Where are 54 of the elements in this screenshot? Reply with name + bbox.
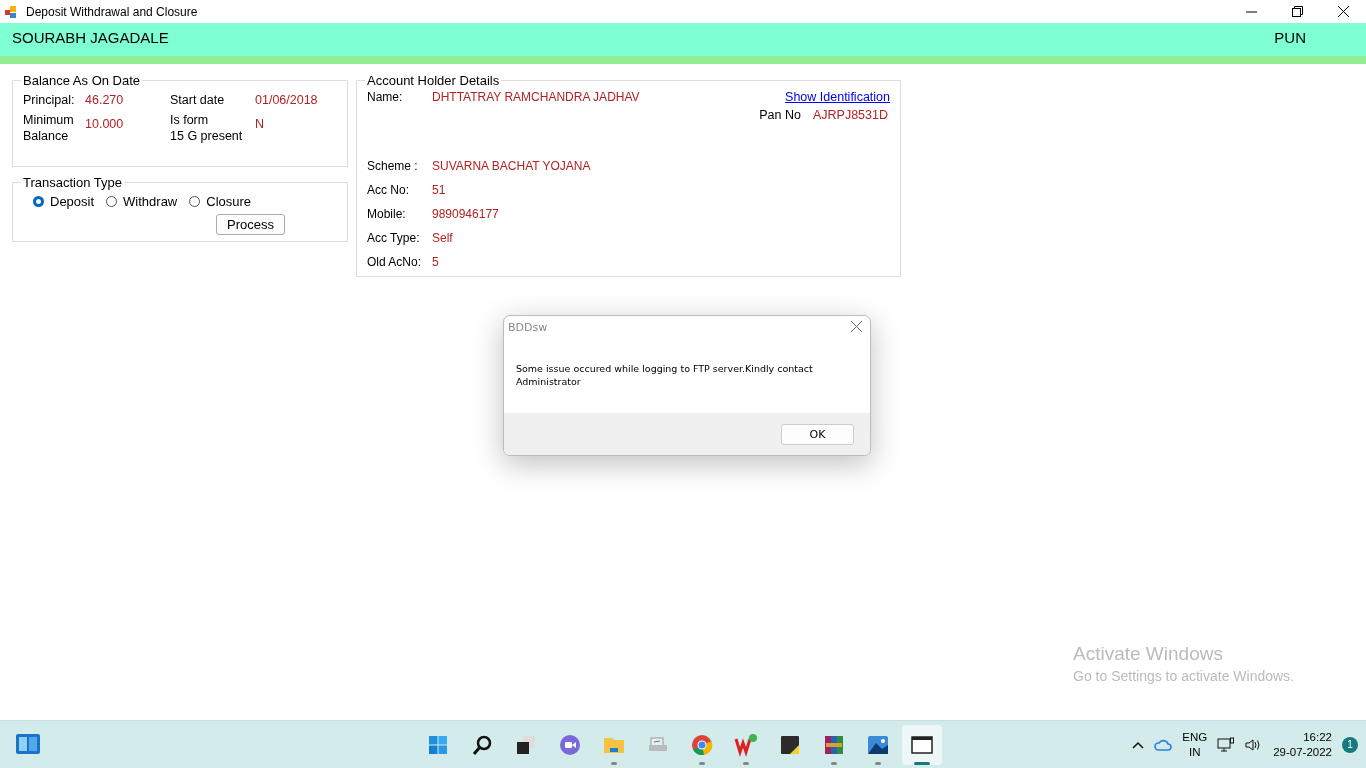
language-indicator[interactable]: ENG IN [1182,729,1208,760]
browser-icon [690,732,714,757]
field-value: N [255,116,266,132]
field-value: 01/06/2018 [255,92,319,108]
field-value: DHTTATRAY RAMCHANDRA JADHAV [432,90,640,104]
field-label: Old AcNo: [367,255,423,269]
chevron-up-icon[interactable] [1132,740,1145,749]
field-value: AJRPJ8531D [812,108,888,124]
radio-button[interactable] [33,196,44,207]
minimize-icon[interactable] [1245,10,1257,13]
field-value: 51 [432,183,446,197]
clock[interactable]: 16:22 29-07-2022 [1273,729,1332,760]
activation-title: Activate Windows [1073,643,1224,665]
dialog-title: BDDsw [508,321,548,336]
field-value: 9890946177 [432,207,499,221]
field-label: Is form 15 G present [170,112,244,144]
field-label: Acc Type: [367,231,421,245]
user-name: SOURABH JAGADALE [12,29,169,46]
video-chat-icon [558,732,582,757]
field-value: Self [432,231,453,245]
group-title: Account Holder Details [366,73,501,88]
field-value: 5 [432,255,439,269]
widgets-icon[interactable] [15,733,41,755]
notification-badge[interactable]: 1 [1342,736,1358,753]
window-title: Deposit Withdrawal and Closure [26,4,199,19]
field-value: 46.270 [85,92,125,108]
show-identification-link[interactable]: Show Identification [785,90,890,108]
field-label: Acc No: [367,183,410,197]
w-logo-icon [734,732,758,757]
field-label: Mobile: [367,207,407,221]
app-icon [4,4,18,19]
field-value: 10.000 [85,116,125,132]
network-icon[interactable] [1217,736,1236,753]
field-value: SUVARNA BACHAT YOJANA [432,159,591,173]
radio-option[interactable]: Closure [189,194,252,209]
radio-option[interactable]: Deposit [33,194,95,209]
branch-code: PUN [1274,29,1306,46]
field-label: Minimum Balance [23,112,75,144]
activation-subtitle: Go to Settings to activate Windows. [1073,668,1294,684]
taskbar-app[interactable] [902,724,942,765]
restore-icon[interactable] [1291,6,1303,17]
field-label: Pan No [759,108,801,124]
dialog-message: Some issue occured while logging to FTP server.Kindly contact Administrator [515,362,814,389]
field-label: Principal: [23,92,76,108]
ok-button[interactable]: OK [781,423,854,445]
group-title: Balance As On Date [22,73,142,88]
field-label: Name: [367,90,404,104]
field-label: Start date [170,92,226,108]
radio-option[interactable]: Withdraw [106,194,178,209]
cloud-icon[interactable] [1154,737,1173,752]
process-button[interactable]: Process [216,214,285,235]
field-label: Scheme : [367,159,419,173]
close-icon[interactable] [1337,6,1349,17]
group-title: Transaction Type [22,175,123,190]
